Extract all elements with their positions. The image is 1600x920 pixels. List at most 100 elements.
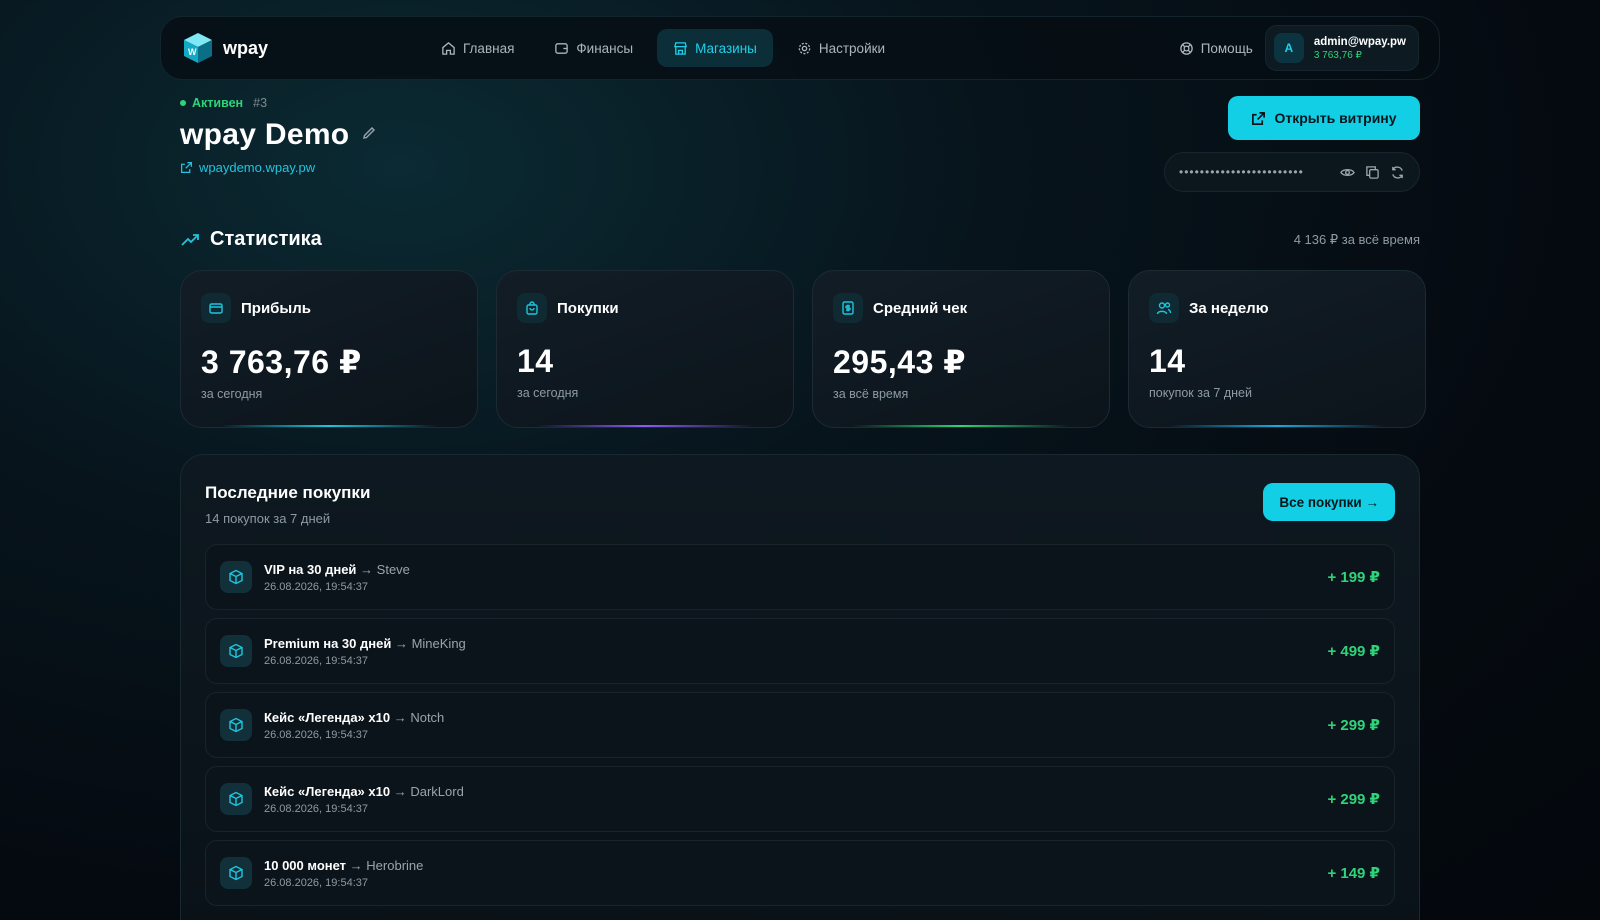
top-nav: W wpay Главная Финансы Магазины Настройк…	[160, 16, 1440, 80]
stat-card-purchases: Покупки 14 за сегодня	[496, 270, 794, 428]
stat-card-week: За неделю 14 покупок за 7 дней	[1128, 270, 1426, 428]
copy-icon[interactable]	[1365, 165, 1380, 180]
list-item[interactable]: Кейс «Легенда» x10 → Notch 26.08.2026, 1…	[205, 692, 1395, 758]
store-url-link[interactable]: wpaydemo.wpay.pw	[180, 160, 377, 175]
purchase-item: VIP на 30 дней	[264, 561, 357, 577]
card-accent-line	[853, 425, 1069, 427]
purchase-buyer: → Steve	[360, 561, 410, 577]
purchase-amount: + 299 ₽	[1327, 791, 1380, 808]
purchase-buyer: → DarkLord	[393, 783, 464, 799]
nav-finance-label: Финансы	[576, 40, 634, 56]
status-badge: Активен	[192, 96, 244, 110]
nav-stores-label: Магазины	[695, 40, 757, 56]
user-menu[interactable]: A admin@wpay.pw 3 763,76 ₽	[1264, 25, 1419, 71]
nav-home-label: Главная	[463, 40, 515, 56]
svg-text:W: W	[188, 47, 197, 57]
recent-subtitle: 14 покупок за 7 дней	[205, 511, 331, 526]
refresh-icon[interactable]	[1390, 165, 1405, 180]
purchase-amount: + 149 ₽	[1327, 865, 1380, 882]
user-email: admin@wpay.pw	[1313, 35, 1406, 48]
purchase-date: 26.08.2026, 19:54:37	[264, 802, 368, 815]
users-icon	[1149, 293, 1179, 323]
stat-sub: за всё время	[833, 387, 909, 401]
recent-title: Последние покупки	[205, 483, 371, 502]
box-icon	[220, 561, 252, 593]
store-header: Активен #3 wpay Demo wpaydemo.wpay.pw	[180, 96, 377, 175]
trend-up-icon	[181, 233, 199, 246]
purchase-item: Кейс «Легенда» x10	[264, 783, 391, 799]
nav-finance[interactable]: Финансы	[538, 29, 649, 67]
list-item[interactable]: Premium на 30 дней → MineKing 26.08.2026…	[205, 618, 1395, 684]
purchase-date: 26.08.2026, 19:54:37	[264, 580, 368, 593]
list-item[interactable]: 10 000 монет → Herobrine 26.08.2026, 19:…	[205, 840, 1395, 906]
purchase-amount: + 299 ₽	[1327, 717, 1380, 734]
store-status-line: Активен #3	[180, 96, 377, 110]
store-icon	[674, 41, 688, 55]
recent-purchases-panel: Последние покупки 14 покупок за 7 дней В…	[180, 454, 1420, 920]
purchase-list: VIP на 30 дней → Steve 26.08.2026, 19:54…	[205, 544, 1395, 906]
api-token-value: ••••••••••••••••••••••••	[1179, 165, 1304, 179]
nav-stores[interactable]: Магазины	[657, 29, 773, 67]
receipt-icon	[833, 293, 863, 323]
help-link[interactable]: Помощь	[1179, 41, 1253, 56]
external-link-icon	[180, 161, 193, 174]
open-storefront-button[interactable]: Открыть витрину	[1228, 96, 1420, 140]
stats-total: 4 136 ₽ за всё время	[1293, 232, 1420, 247]
eye-icon[interactable]	[1340, 165, 1355, 180]
stat-sub: покупок за 7 дней	[1149, 386, 1252, 400]
purchase-buyer: → Herobrine	[349, 857, 424, 873]
box-icon	[220, 857, 252, 889]
stat-label: За неделю	[1189, 299, 1269, 317]
box-icon	[220, 783, 252, 815]
stat-label: Прибыль	[241, 299, 311, 317]
stat-card-average: Средний чек 295,43 ₽ за всё время	[812, 270, 1110, 428]
purchase-date: 26.08.2026, 19:54:37	[264, 876, 368, 889]
wallet-icon	[555, 42, 569, 54]
api-token-field: ••••••••••••••••••••••••	[1164, 152, 1420, 192]
nav-links: Главная Финансы Магазины Настройки	[425, 29, 901, 67]
card-accent-line	[1169, 425, 1385, 427]
list-item[interactable]: VIP на 30 дней → Steve 26.08.2026, 19:54…	[205, 544, 1395, 610]
box-icon	[220, 635, 252, 667]
bag-icon	[517, 293, 547, 323]
pencil-icon[interactable]	[361, 125, 377, 146]
purchase-amount: + 199 ₽	[1327, 569, 1380, 586]
stat-label: Покупки	[557, 299, 619, 317]
all-purchases-button[interactable]: Все покупки →	[1263, 483, 1395, 521]
stat-value: 295,43 ₽	[833, 344, 967, 380]
stat-card-profit: Прибыль 3 763,76 ₽ за сегодня	[180, 270, 478, 428]
purchase-date: 26.08.2026, 19:54:37	[264, 728, 368, 741]
purchase-item: Premium на 30 дней	[264, 635, 392, 651]
cube-icon: W	[181, 31, 215, 65]
card-accent-line	[537, 425, 753, 427]
stats-heading: Статистика	[180, 228, 322, 251]
avatar: A	[1273, 33, 1304, 63]
nav-right: Помощь A admin@wpay.pw 3 763,76 ₽	[1179, 25, 1419, 71]
purchase-buyer: → MineKing	[394, 635, 466, 651]
home-icon	[442, 41, 455, 55]
stats-cards: Прибыль 3 763,76 ₽ за сегодня Покупки 14…	[180, 270, 1426, 428]
status-dot-icon	[180, 100, 186, 106]
purchase-buyer: → Notch	[393, 709, 445, 725]
stat-value: 14	[517, 343, 554, 379]
nav-settings[interactable]: Настройки	[781, 29, 901, 67]
user-balance: 3 763,76 ₽	[1313, 49, 1362, 61]
stat-sub: за сегодня	[517, 386, 579, 400]
nav-home[interactable]: Главная	[425, 29, 530, 67]
stat-sub: за сегодня	[201, 387, 263, 401]
purchase-date: 26.08.2026, 19:54:37	[264, 654, 368, 667]
card-icon	[201, 293, 231, 323]
stat-value: 3 763,76 ₽	[201, 344, 362, 380]
stat-label: Средний чек	[873, 299, 968, 317]
list-item[interactable]: Кейс «Легенда» x10 → DarkLord 26.08.2026…	[205, 766, 1395, 832]
card-accent-line	[221, 425, 437, 427]
store-number: #3	[253, 96, 268, 110]
stat-value: 14	[1149, 343, 1186, 379]
stats-title: Статистика	[210, 228, 322, 250]
box-icon	[220, 709, 252, 741]
nav-settings-label: Настройки	[818, 40, 886, 56]
external-link-icon	[1252, 111, 1266, 125]
store-url: wpaydemo.wpay.pw	[199, 160, 316, 175]
purchase-amount: + 499 ₽	[1327, 643, 1380, 660]
brand-logo[interactable]: W wpay	[181, 31, 268, 65]
